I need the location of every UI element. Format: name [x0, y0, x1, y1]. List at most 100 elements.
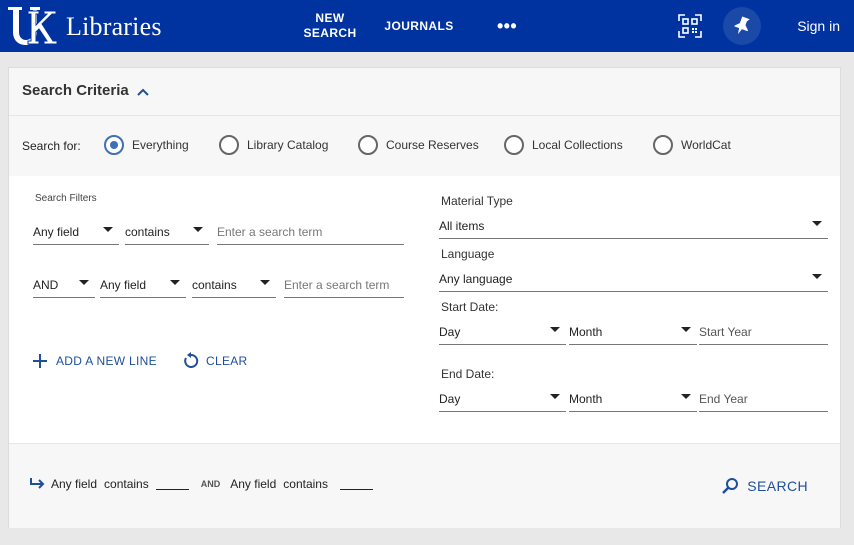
scope-radio-local-collections[interactable]: Local Collections — [504, 135, 623, 155]
caret-down-icon — [812, 274, 822, 279]
add-new-line-button[interactable]: ADD A NEW LINE — [32, 353, 157, 369]
summary-term-1 — [155, 478, 189, 490]
scope-label-library-catalog: Library Catalog — [247, 138, 329, 152]
scope-label-local-collections: Local Collections — [532, 138, 623, 152]
query-summary: Any field contains AND Any field contain… — [29, 477, 373, 491]
library-name: Libraries — [66, 12, 162, 41]
start-day-select[interactable]: Day — [439, 322, 566, 345]
material-type-value: All items — [439, 219, 485, 233]
library-logo[interactable]: Libraries — [6, 5, 162, 47]
summary-term-2 — [339, 478, 373, 490]
search-icon — [722, 478, 739, 494]
boolean-select-2-value: AND — [33, 278, 59, 292]
boolean-select-2[interactable]: AND — [33, 275, 95, 298]
search-term-placeholder-2: Enter a search term — [284, 278, 390, 292]
operator-select-2-value: contains — [192, 278, 237, 292]
nav-journals[interactable]: JOURNALS — [380, 0, 458, 52]
radio-circle-icon — [358, 135, 378, 155]
nav-more-icon[interactable]: ••• — [488, 0, 526, 52]
scope-radio-worldcat[interactable]: WorldCat — [653, 135, 731, 155]
search-for-label: Search for: — [22, 139, 81, 153]
clear-label: CLEAR — [206, 354, 248, 368]
field-select-1[interactable]: Any field — [33, 222, 119, 245]
material-type-label: Material Type — [441, 194, 513, 208]
caret-down-icon — [79, 280, 89, 285]
end-day-select[interactable]: Day — [439, 389, 566, 412]
radio-circle-icon — [219, 135, 239, 155]
caret-down-icon — [812, 221, 822, 226]
caret-down-icon — [193, 227, 203, 232]
arrow-return-icon — [30, 478, 45, 489]
radio-circle-icon — [104, 135, 124, 155]
search-filters-area: Search Filters Any field contains Enter … — [9, 176, 840, 443]
field-select-2-value: Any field — [100, 278, 147, 292]
scope-label-everything: Everything — [132, 138, 189, 152]
nav-new-search-line1: NEW — [315, 11, 345, 25]
search-button-label: SEARCH — [747, 478, 808, 494]
language-label: Language — [441, 247, 495, 261]
scope-radio-library-catalog[interactable]: Library Catalog — [219, 135, 328, 155]
scope-label-worldcat: WorldCat — [681, 138, 731, 152]
nav-new-search[interactable]: NEW SEARCH — [296, 0, 364, 52]
uk-logo-icon — [8, 7, 58, 45]
start-month-select[interactable]: Month — [569, 322, 697, 345]
chevron-up-icon[interactable] — [137, 88, 149, 96]
radio-circle-icon — [504, 135, 524, 155]
plus-icon — [33, 354, 47, 368]
start-day-value: Day — [439, 325, 461, 339]
operator-select-1-value: contains — [125, 225, 170, 239]
caret-down-icon — [260, 280, 270, 285]
search-button[interactable]: SEARCH — [721, 477, 808, 495]
language-value: Any language — [439, 272, 513, 286]
caret-down-icon — [103, 227, 113, 232]
operator-select-2[interactable]: contains — [192, 275, 276, 298]
start-date-label: Start Date: — [441, 300, 499, 314]
caret-down-icon — [681, 327, 691, 332]
start-month-value: Month — [569, 325, 603, 339]
end-day-value: Day — [439, 392, 461, 406]
search-criteria-title[interactable]: Search Criteria — [22, 82, 149, 99]
scope-radio-everything[interactable]: Everything — [104, 135, 189, 155]
caret-down-icon — [170, 280, 180, 285]
caret-down-icon — [550, 394, 560, 399]
operator-select-1[interactable]: contains — [125, 222, 209, 245]
clear-button[interactable]: CLEAR — [182, 352, 248, 370]
summary-operator-1: contains — [104, 477, 149, 491]
scope-selector: Search for: Everything Library Catalog C… — [9, 116, 840, 176]
pin-icon[interactable] — [723, 7, 761, 45]
search-term-input-1[interactable]: Enter a search term — [217, 222, 404, 245]
end-year-input[interactable]: End Year — [699, 389, 828, 412]
material-type-select[interactable]: All items — [439, 216, 828, 239]
search-criteria-header[interactable]: Search Criteria — [9, 68, 840, 116]
caret-down-icon — [550, 327, 560, 332]
end-month-select[interactable]: Month — [569, 389, 697, 412]
search-filters-title: Search Filters — [35, 193, 97, 204]
qr-code-icon[interactable] — [671, 7, 709, 45]
field-select-2[interactable]: Any field — [100, 275, 186, 298]
search-criteria-panel: Search Criteria Search for: Everything L… — [8, 67, 841, 528]
nav-new-search-line2: SEARCH — [303, 26, 357, 40]
summary-operator-2: contains — [283, 477, 328, 491]
reset-icon — [184, 352, 199, 368]
add-new-line-label: ADD A NEW LINE — [56, 354, 157, 368]
summary-field-1: Any field — [51, 477, 98, 491]
caret-down-icon — [681, 394, 691, 399]
radio-circle-icon — [653, 135, 673, 155]
end-year-placeholder: End Year — [699, 392, 748, 406]
start-year-input[interactable]: Start Year — [699, 322, 828, 345]
end-month-value: Month — [569, 392, 603, 406]
scope-radio-course-reserves[interactable]: Course Reserves — [358, 135, 479, 155]
search-summary-bar: Any field contains AND Any field contain… — [9, 443, 840, 528]
scope-label-course-reserves: Course Reserves — [386, 138, 479, 152]
field-select-1-value: Any field — [33, 225, 80, 239]
summary-boolean: AND — [200, 479, 221, 489]
top-bar: Libraries NEW SEARCH JOURNALS ••• Sign in — [0, 0, 854, 52]
search-term-placeholder-1: Enter a search term — [217, 225, 323, 239]
start-year-placeholder: Start Year — [699, 325, 752, 339]
summary-field-2: Any field — [230, 477, 277, 491]
search-criteria-title-text: Search Criteria — [22, 82, 129, 99]
search-term-input-2[interactable]: Enter a search term — [284, 275, 404, 298]
end-date-label: End Date: — [441, 367, 495, 381]
language-select[interactable]: Any language — [439, 269, 828, 292]
sign-in-link[interactable]: Sign in — [797, 0, 840, 52]
